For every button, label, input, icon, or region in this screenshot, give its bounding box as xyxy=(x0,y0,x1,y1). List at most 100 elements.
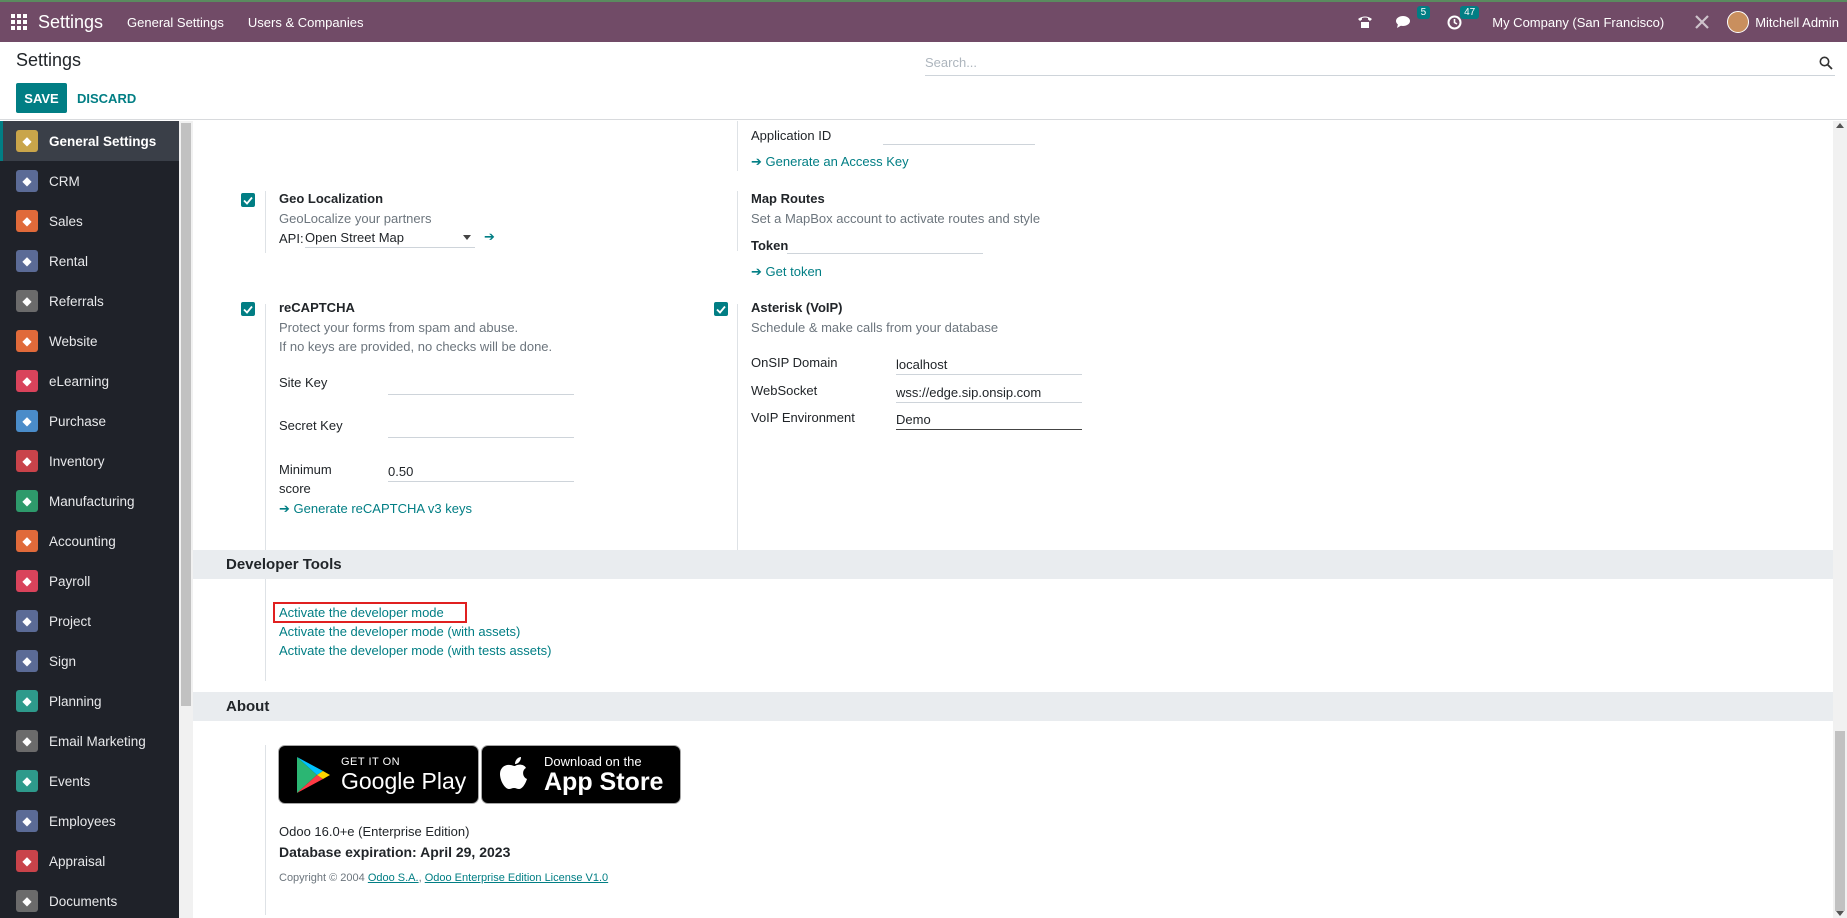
database-expiration: Database expiration: April 29, 2023 xyxy=(279,844,511,860)
sidebar-item-email-marketing[interactable]: ◆ Email Marketing xyxy=(0,721,179,761)
secret-key-field[interactable] xyxy=(388,418,574,438)
sidebar-item-purchase[interactable]: ◆ Purchase xyxy=(0,401,179,441)
activities-icon[interactable]: 47 xyxy=(1443,6,1480,33)
phone-icon[interactable] xyxy=(1354,11,1376,33)
sidebar-item-general-settings[interactable]: ◆ General Settings xyxy=(0,121,179,161)
token-field[interactable] xyxy=(787,234,983,254)
geo-localization-desc: GeoLocalize your partners xyxy=(279,211,432,226)
geo-api-select[interactable]: Open Street Map xyxy=(305,228,475,248)
generate-access-key-link[interactable]: ➔ Generate an Access Key xyxy=(751,154,909,170)
copyright-line: Copyright © 2004 Odoo S.A., Odoo Enterpr… xyxy=(279,872,609,884)
geo-localization-title: Geo Localization xyxy=(279,191,384,206)
sidebar-item-appraisal[interactable]: ◆ Appraisal xyxy=(0,841,179,881)
get-token-link[interactable]: ➔ Get token xyxy=(751,264,822,280)
google-play-badge[interactable]: GET IT ON Google Play xyxy=(278,745,479,804)
documents-icon: ◆ xyxy=(16,890,38,912)
activate-developer-mode-link[interactable]: Activate the developer mode xyxy=(279,605,444,620)
sidebar-item-label: Planning xyxy=(49,693,102,709)
accounting-icon: ◆ xyxy=(16,530,38,552)
appraisal-icon: ◆ xyxy=(16,850,38,872)
websocket-field[interactable]: wss://edge.sip.onsip.com xyxy=(896,383,1082,403)
geo-localization-checkbox[interactable] xyxy=(241,193,255,207)
sidebar-item-employees[interactable]: ◆ Employees xyxy=(0,801,179,841)
sidebar-item-crm[interactable]: ◆ CRM xyxy=(0,161,179,201)
search-input[interactable] xyxy=(925,55,1817,70)
sidebar-item-sign[interactable]: ◆ Sign xyxy=(0,641,179,681)
sidebar-item-label: Sales xyxy=(49,213,83,229)
onsip-domain-label: OnSIP Domain xyxy=(751,355,838,370)
search-icon[interactable] xyxy=(1817,54,1835,72)
onsip-domain-field[interactable]: localhost xyxy=(896,355,1082,375)
websocket-label: WebSocket xyxy=(751,383,818,398)
control-panel: Settings SAVE DISCARD xyxy=(0,42,1847,120)
sidebar-item-label: Documents xyxy=(49,893,118,909)
sidebar-item-label: Events xyxy=(49,773,91,789)
discard-button[interactable]: DISCARD xyxy=(77,83,136,113)
sidebar-item-label: eLearning xyxy=(49,373,110,389)
save-button[interactable]: SAVE xyxy=(16,83,67,113)
user-avatar[interactable] xyxy=(1727,11,1750,33)
activate-developer-mode-tests-link[interactable]: Activate the developer mode (with tests … xyxy=(279,643,551,658)
email-marketing-icon: ◆ xyxy=(16,730,38,752)
recaptcha-desc-1: Protect your forms from spam and abuse. xyxy=(279,320,519,335)
app-store-badge[interactable]: Download on the App Store xyxy=(481,745,681,804)
scroll-down-icon[interactable] xyxy=(1836,911,1844,916)
debug-tools-icon[interactable] xyxy=(1691,11,1713,33)
sidebar-item-label: Project xyxy=(49,613,92,629)
application-id-field[interactable] xyxy=(883,125,1035,145)
caret-down-icon xyxy=(463,235,471,240)
map-routes-desc: Set a MapBox account to activate routes … xyxy=(751,211,1041,226)
sidebar-item-manufacturing[interactable]: ◆ Manufacturing xyxy=(0,481,179,521)
activities-badge: 47 xyxy=(1460,6,1480,19)
company-switcher[interactable]: My Company (San Francisco) xyxy=(1492,15,1664,30)
sidebar-item-referrals[interactable]: ◆ Referrals xyxy=(0,281,179,321)
sidebar-item-accounting[interactable]: ◆ Accounting xyxy=(0,521,179,561)
min-score-field[interactable]: 0.50 xyxy=(388,462,574,482)
sidebar-item-planning[interactable]: ◆ Planning xyxy=(0,681,179,721)
voip-env-select[interactable]: Demo xyxy=(896,410,1082,430)
scroll-up-icon[interactable] xyxy=(1836,123,1844,128)
developer-tools-header: Developer Tools xyxy=(193,550,1833,579)
arrow-right-icon: ➔ xyxy=(484,229,495,244)
sidebar-item-label: Referrals xyxy=(49,293,104,309)
sidebar-item-payroll[interactable]: ◆ Payroll xyxy=(0,561,179,601)
menu-general-settings[interactable]: General Settings xyxy=(127,15,224,30)
user-menu[interactable]: Mitchell Admin xyxy=(1755,15,1839,30)
content-scrollbar[interactable] xyxy=(1833,121,1847,918)
sidebar-item-label: CRM xyxy=(49,173,80,189)
sidebar-item-website[interactable]: ◆ Website xyxy=(0,321,179,361)
menu-users-companies[interactable]: Users & Companies xyxy=(248,15,364,30)
sidebar-item-label: Email Marketing xyxy=(49,733,146,749)
activate-developer-mode-assets-link[interactable]: Activate the developer mode (with assets… xyxy=(279,624,520,639)
sidebar-item-rental[interactable]: ◆ Rental xyxy=(0,241,179,281)
sales-icon: ◆ xyxy=(16,210,38,232)
manufacturing-icon: ◆ xyxy=(16,490,38,512)
license-link[interactable]: Odoo Enterprise Edition License V1.0 xyxy=(425,872,608,884)
sidebar-item-label: Appraisal xyxy=(49,853,106,869)
odoo-sa-link[interactable]: Odoo S.A. xyxy=(368,872,419,884)
sidebar-item-sales[interactable]: ◆ Sales xyxy=(0,201,179,241)
map-routes-title: Map Routes xyxy=(751,191,825,206)
voip-env-label: VoIP Environment xyxy=(751,410,855,425)
sidebar-item-inventory[interactable]: ◆ Inventory xyxy=(0,441,179,481)
voip-checkbox[interactable] xyxy=(714,302,728,316)
sidebar-item-elearning[interactable]: ◆ eLearning xyxy=(0,361,179,401)
messages-icon[interactable]: 5 xyxy=(1394,6,1431,33)
app-store-bottom-text: App Store xyxy=(544,767,664,796)
site-key-field[interactable] xyxy=(388,375,574,395)
app-menu-button[interactable] xyxy=(0,2,38,42)
arrow-right-icon: ➔ xyxy=(279,501,290,516)
sidebar-item-events[interactable]: ◆ Events xyxy=(0,761,179,801)
app-brand[interactable]: Settings xyxy=(38,12,103,33)
sidebar-item-project[interactable]: ◆ Project xyxy=(0,601,179,641)
sidebar-item-label: Sign xyxy=(49,653,77,669)
sidebar-item-label: Accounting xyxy=(49,533,116,549)
sidebar-scrollbar[interactable] xyxy=(179,121,193,918)
sidebar-item-label: Inventory xyxy=(49,453,105,469)
sidebar-item-documents[interactable]: ◆ Documents xyxy=(0,881,179,918)
recaptcha-checkbox[interactable] xyxy=(241,302,255,316)
apple-icon xyxy=(500,756,527,789)
generate-recaptcha-keys-link[interactable]: ➔ Generate reCAPTCHA v3 keys xyxy=(279,501,472,517)
geo-api-open-arrow[interactable]: ➔ xyxy=(484,229,495,245)
google-play-bottom-text: Google Play xyxy=(341,767,467,794)
